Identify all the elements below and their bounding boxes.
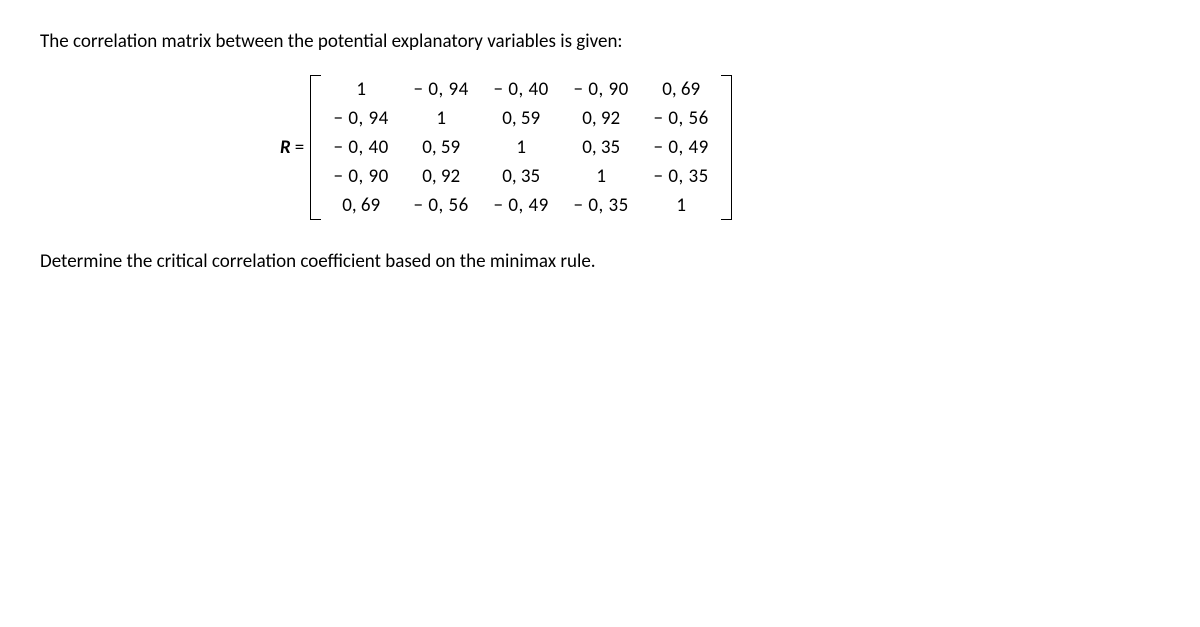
matrix-cell: − 0, 40 — [481, 75, 561, 104]
matrix-cell: 1 — [321, 75, 401, 104]
matrix-cell: 0, 35 — [481, 162, 561, 191]
matrix-cell: − 0, 40 — [321, 133, 401, 162]
matrix-cell: − 0, 35 — [561, 191, 641, 220]
matrix-cell: 0, 59 — [401, 133, 481, 162]
right-bracket — [721, 75, 732, 220]
matrix-cell: − 0, 90 — [321, 162, 401, 191]
matrix-cell: 0, 69 — [321, 191, 401, 220]
matrix-cell: 1 — [401, 104, 481, 133]
matrix-cell: − 0, 94 — [321, 104, 401, 133]
matrix-cell: 1 — [561, 162, 641, 191]
matrix-row: 1− 0, 94− 0, 40− 0, 900, 69 — [321, 75, 721, 104]
matrix-row: − 0, 400, 5910, 35− 0, 49 — [321, 133, 721, 162]
matrix-cell: − 0, 49 — [481, 191, 561, 220]
matrix-row: − 0, 900, 920, 351− 0, 35 — [321, 162, 721, 191]
matrix-cell: 0, 69 — [641, 75, 721, 104]
matrix-row: 0, 69− 0, 56− 0, 49− 0, 351 — [321, 191, 721, 220]
correlation-matrix: 1− 0, 94− 0, 40− 0, 900, 69− 0, 9410, 59… — [321, 75, 721, 220]
intro-text: The correlation matrix between the poten… — [40, 30, 1160, 53]
matrix-cell: 0, 92 — [401, 162, 481, 191]
matrix-cell: 1 — [641, 191, 721, 220]
matrix-brackets: 1− 0, 94− 0, 40− 0, 900, 69− 0, 9410, 59… — [310, 75, 732, 220]
matrix-cell: 0, 59 — [481, 104, 561, 133]
matrix-symbol: R — [280, 136, 291, 159]
matrix-cell: − 0, 35 — [641, 162, 721, 191]
matrix-row: − 0, 9410, 590, 92− 0, 56 — [321, 104, 721, 133]
matrix-cell: 0, 92 — [561, 104, 641, 133]
matrix-cell: − 0, 94 — [401, 75, 481, 104]
equals-sign: = — [295, 136, 304, 159]
question-text: Determine the critical correlation coeff… — [40, 250, 1160, 273]
matrix-cell: − 0, 90 — [561, 75, 641, 104]
matrix-equation: R = 1− 0, 94− 0, 40− 0, 900, 69− 0, 9410… — [280, 75, 1160, 220]
matrix-cell: 0, 35 — [561, 133, 641, 162]
matrix-cell: − 0, 56 — [641, 104, 721, 133]
matrix-cell: − 0, 56 — [401, 191, 481, 220]
matrix-cell: 1 — [481, 133, 561, 162]
matrix-cell: − 0, 49 — [641, 133, 721, 162]
left-bracket — [310, 75, 321, 220]
